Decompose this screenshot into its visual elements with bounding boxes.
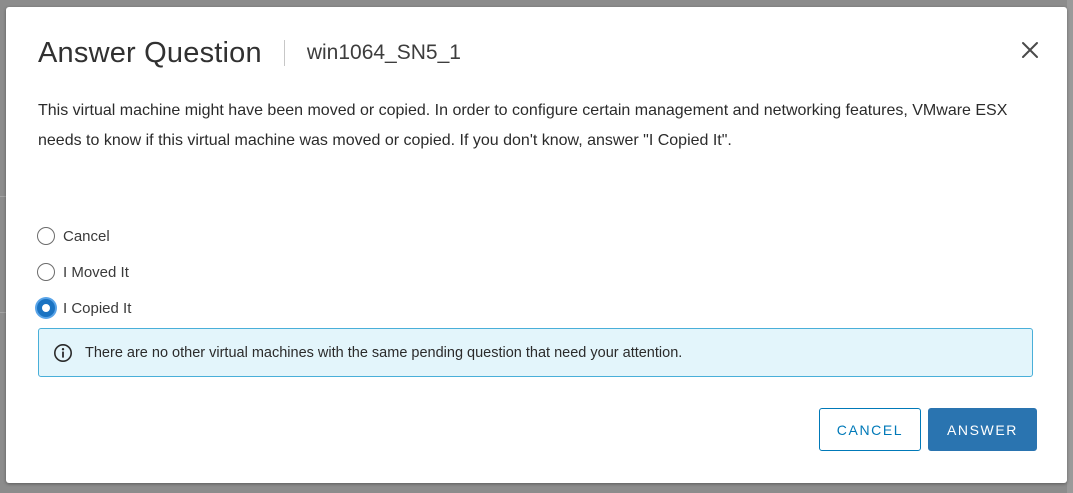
dialog-title: Answer Question <box>38 36 262 69</box>
answer-options: Cancel I Moved It I Copied It <box>37 218 131 326</box>
option-cancel[interactable]: Cancel <box>37 218 131 254</box>
option-i-moved-it[interactable]: I Moved It <box>37 254 131 290</box>
option-label: I Moved It <box>63 263 129 281</box>
radio-i-copied-it[interactable] <box>37 299 55 317</box>
radio-i-moved-it[interactable] <box>37 263 55 281</box>
info-alert: There are no other virtual machines with… <box>38 328 1033 377</box>
info-icon <box>54 343 72 362</box>
close-button[interactable] <box>1019 39 1041 61</box>
close-icon <box>1022 42 1038 58</box>
option-i-copied-it[interactable]: I Copied It <box>37 290 131 326</box>
info-alert-text: There are no other virtual machines with… <box>85 344 683 361</box>
answer-button[interactable]: ANSWER <box>928 408 1037 451</box>
option-label: Cancel <box>63 227 110 245</box>
title-separator <box>283 40 285 66</box>
answer-question-dialog: Answer Question win1064_SN5_1 This virtu… <box>6 7 1067 483</box>
vm-name: win1064_SN5_1 <box>306 41 461 64</box>
cancel-button[interactable]: CANCEL <box>819 408 921 451</box>
dialog-message: This virtual machine might have been mov… <box>38 102 1008 149</box>
background-edge <box>1067 0 1073 493</box>
dialog-header: Answer Question win1064_SN5_1 <box>38 33 461 73</box>
radio-cancel[interactable] <box>37 227 55 245</box>
option-label: I Copied It <box>63 299 132 317</box>
